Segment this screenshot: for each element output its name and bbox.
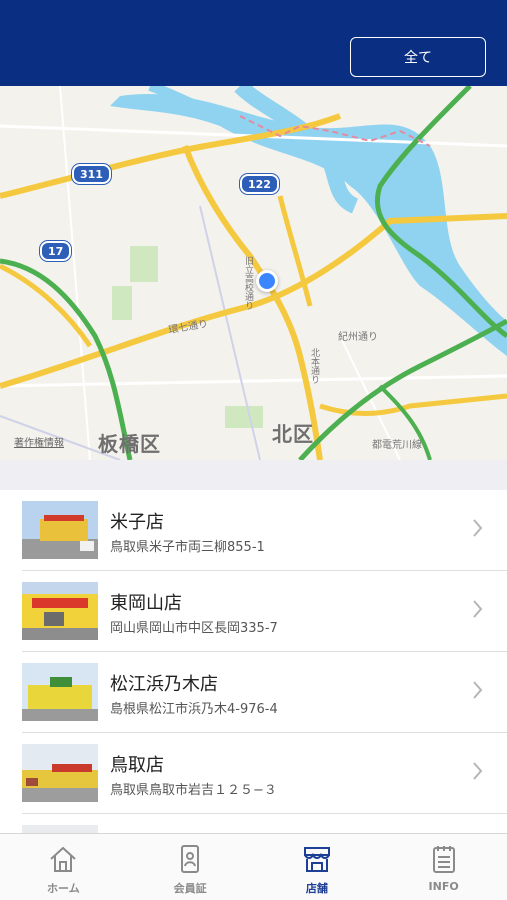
store-name: 東岡山店 — [110, 593, 182, 614]
store-row-higashi-okayama[interactable]: 東岡山店 岡山県岡山市中区長岡335-7 — [22, 571, 507, 652]
chevron-right-icon — [473, 681, 483, 699]
current-location-marker — [256, 270, 278, 292]
map-label-toden: 都電荒川線 — [372, 440, 422, 451]
map-label-kishu: 紀州通り — [338, 332, 378, 343]
map-label-kita: 北区 — [272, 422, 314, 446]
section-separator — [0, 460, 507, 490]
filter-all-button[interactable]: 全て — [350, 37, 486, 77]
map-view[interactable]: 311 122 17 環七通り 紀州通り 都電荒川線 旧立高校通り 北本通り 板… — [0, 86, 507, 460]
tab-label: 店舗 — [305, 882, 328, 895]
bottom-tab-bar: ホーム 会員証 店舗 INFO — [0, 833, 507, 900]
member-card-icon — [181, 845, 200, 873]
tab-home[interactable]: ホーム — [0, 834, 127, 900]
store-photo — [22, 663, 98, 721]
store-row-matsue-hamanogi[interactable]: 松江浜乃木店 島根県松江市浜乃木4-976-4 — [22, 652, 507, 733]
map-label-itabashi: 板橋区 — [98, 432, 161, 456]
store-row-partial[interactable] — [22, 814, 507, 833]
store-photo — [22, 744, 98, 802]
store-row-yonago[interactable]: 米子店 鳥取県米子市両三柳855-1 — [22, 490, 507, 571]
chevron-right-icon — [473, 762, 483, 780]
route-shield-311: 311 — [72, 164, 111, 184]
map-attribution-link[interactable]: 著作権情報 — [14, 434, 64, 449]
store-photo — [22, 501, 98, 559]
tab-member-card[interactable]: 会員証 — [127, 834, 254, 900]
store-icon — [303, 847, 330, 872]
tab-info[interactable]: INFO — [380, 834, 507, 900]
route-shield-122: 122 — [240, 174, 279, 194]
store-name: 鳥取店 — [110, 755, 164, 776]
tab-label: ホーム — [47, 882, 80, 895]
map-label-hokuhon: 北本通り — [309, 348, 319, 384]
store-name: 米子店 — [110, 512, 164, 533]
notepad-icon — [432, 846, 455, 873]
store-row-tottori[interactable]: 鳥取店 鳥取県鳥取市岩吉１２５−３ — [22, 733, 507, 814]
store-address: 鳥取県鳥取市岩吉１２５−３ — [110, 783, 277, 798]
tab-label: INFO — [428, 880, 459, 893]
map-label-kenritsu: 旧立高校通り — [243, 256, 253, 310]
chevron-right-icon — [473, 600, 483, 618]
home-icon — [50, 846, 77, 872]
store-photo — [22, 582, 98, 640]
store-photo — [22, 825, 98, 833]
tab-label: 会員証 — [173, 882, 207, 895]
top-header: 全て — [0, 0, 507, 86]
route-shield-17: 17 — [40, 241, 72, 261]
store-address: 鳥取県米子市両三柳855-1 — [110, 540, 265, 555]
store-name: 松江浜乃木店 — [110, 674, 218, 695]
chevron-right-icon — [473, 519, 483, 537]
store-address: 島根県松江市浜乃木4-976-4 — [110, 702, 278, 717]
store-list: 米子店 鳥取県米子市両三柳855-1 東岡山店 岡山県岡山市中区長岡335-7 … — [0, 490, 507, 833]
tab-store[interactable]: 店舗 — [254, 834, 381, 900]
store-address: 岡山県岡山市中区長岡335-7 — [110, 621, 278, 636]
